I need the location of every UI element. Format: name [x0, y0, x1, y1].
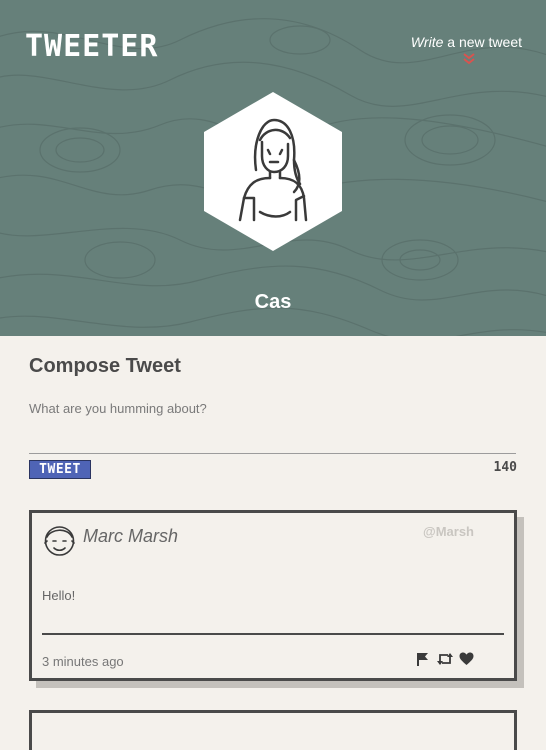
- tweet-handle[interactable]: @Marsh: [423, 524, 474, 539]
- tweet-author[interactable]: Marc Marsh: [83, 526, 178, 547]
- app-logo[interactable]: TWEETER: [25, 32, 158, 62]
- retweet-icon[interactable]: [436, 652, 454, 666]
- profile-header: TWEETER Write a new tweet Cas: [0, 0, 546, 336]
- tweet-content: Hello!: [42, 588, 76, 603]
- profile-username: Cas: [254, 291, 292, 313]
- write-new-tweet-link[interactable]: Write a new tweet: [411, 34, 522, 50]
- compose-title: Compose Tweet: [29, 355, 181, 377]
- user-avatar-icon: [44, 526, 75, 556]
- compose-tweet-input[interactable]: [29, 398, 516, 454]
- double-chevron-down-icon[interactable]: [462, 52, 476, 66]
- tweet-card: Marc Marsh @Marsh Hello! 3 minutes ago: [29, 510, 517, 681]
- tweet-button[interactable]: TWEET: [29, 460, 91, 479]
- flag-icon[interactable]: [416, 652, 430, 666]
- tweet-actions: [415, 652, 474, 668]
- tweet-timestamp: 3 minutes ago: [42, 654, 124, 669]
- heart-icon[interactable]: [459, 652, 474, 666]
- tweet-card-next: [29, 710, 517, 750]
- tweet-divider: [42, 633, 504, 635]
- write-link-text: a new tweet: [443, 34, 522, 50]
- write-link-italic: Write: [410, 34, 444, 50]
- avatar-hexagon: [204, 92, 342, 251]
- character-counter: 140: [493, 460, 517, 475]
